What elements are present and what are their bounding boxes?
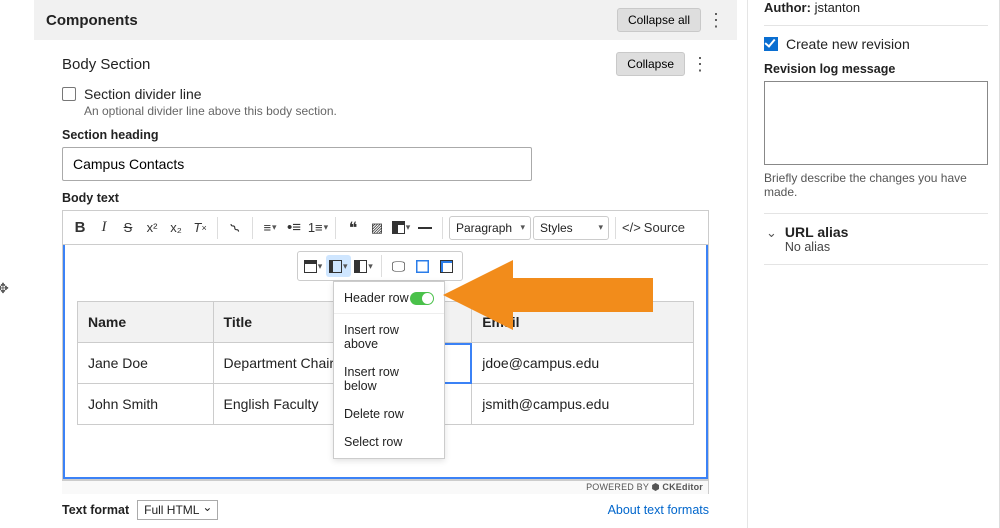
about-text-formats-link[interactable]: About text formats — [608, 503, 709, 517]
rich-text-editor: B I S x² x₂ T× ⌇ ≡▾ •≡ 1≡▾ ❝ ▨ ▾ — [62, 210, 709, 480]
cell-props-button[interactable] — [436, 255, 458, 277]
col-name: Name — [78, 302, 214, 343]
cell[interactable]: John Smith — [78, 384, 214, 425]
section-heading-input[interactable] — [62, 147, 532, 181]
components-title: Components — [46, 12, 617, 29]
url-alias-accordion[interactable]: ⌄ URL alias No alias — [764, 213, 988, 265]
merge-menu-button[interactable]: ▾ — [353, 255, 375, 277]
body-text-label: Body text — [62, 191, 709, 205]
cell[interactable]: Jane Doe — [78, 343, 214, 384]
revision-hint: Briefly describe the changes you have ma… — [764, 171, 988, 199]
header-row-label: Header row — [344, 291, 409, 305]
divider-hint: An optional divider line above this body… — [84, 104, 709, 118]
text-format-row: Text format Full HTML About text formats — [62, 500, 709, 520]
move-handle-icon[interactable]: ✥ — [0, 280, 9, 297]
source-button[interactable]: </> Source — [622, 216, 685, 240]
insert-row-below[interactable]: Insert row below — [334, 358, 444, 400]
body-section-title: Body Section — [62, 56, 616, 73]
create-revision-checkbox[interactable] — [764, 37, 778, 51]
row-menu-button[interactable]: ▾ — [326, 255, 351, 277]
create-revision-label: Create new revision — [786, 36, 910, 52]
bold-button[interactable]: B — [69, 216, 91, 240]
section-more-icon[interactable]: ⋮ — [691, 57, 709, 71]
url-alias-sub: No alias — [785, 240, 849, 254]
table-props-button[interactable] — [412, 255, 434, 277]
blockquote-button[interactable]: ❝ — [342, 216, 364, 240]
collapse-button[interactable]: Collapse — [616, 52, 685, 76]
author-label: Author: — [764, 0, 811, 15]
header-row-toggle[interactable]: Header row — [334, 284, 444, 314]
insert-row-above[interactable]: Insert row above — [334, 316, 444, 358]
components-more-icon[interactable]: ⋮ — [707, 13, 725, 27]
divider-checkbox[interactable] — [62, 87, 76, 101]
chevron-down-icon: ⌄ — [766, 225, 777, 241]
subscript-button[interactable]: x₂ — [165, 216, 187, 240]
divider-label: Section divider line — [84, 86, 202, 102]
paragraph-select[interactable]: Paragraph — [449, 216, 531, 240]
sidebar: Author: jstanton Create new revision Rev… — [748, 0, 1000, 528]
code-icon: </> — [622, 220, 641, 235]
col-email: Email — [472, 302, 694, 343]
ckeditor-brand: CKEditor — [662, 482, 703, 492]
row-dropdown: Header row Insert row above Insert row b… — [333, 281, 445, 459]
hr-button[interactable] — [414, 216, 436, 240]
collapse-all-button[interactable]: Collapse all — [617, 8, 701, 32]
delete-row[interactable]: Delete row — [334, 400, 444, 428]
revision-log-textarea[interactable] — [764, 81, 988, 165]
number-list-button[interactable]: 1≡▾ — [307, 216, 329, 240]
table-sub-toolbar: ▾ ▾ ▾ 🖵 — [297, 251, 463, 281]
superscript-button[interactable]: x² — [141, 216, 163, 240]
table-width-button[interactable]: 🖵 — [388, 255, 410, 277]
text-format-label: Text format — [62, 503, 129, 517]
align-button[interactable]: ≡▾ — [259, 216, 281, 240]
link-button[interactable]: ⌇ — [219, 211, 252, 244]
column-menu-button[interactable]: ▾ — [302, 255, 324, 277]
image-button[interactable]: ▨ — [366, 216, 388, 240]
section-heading-label: Section heading — [62, 128, 709, 142]
author-value: jstanton — [815, 0, 861, 15]
strike-button[interactable]: S — [117, 216, 139, 240]
select-row[interactable]: Select row — [334, 428, 444, 456]
cell[interactable]: jsmith@campus.edu — [472, 384, 694, 425]
source-label: Source — [644, 220, 685, 235]
editor-toolbar: B I S x² x₂ T× ⌇ ≡▾ •≡ 1≡▾ ❝ ▨ ▾ — [63, 211, 708, 245]
cell[interactable]: jdoe@campus.edu — [472, 343, 694, 384]
italic-button[interactable]: I — [93, 216, 115, 240]
clear-format-button[interactable]: T× — [189, 216, 211, 240]
styles-select[interactable]: Styles — [533, 216, 609, 240]
components-header: Components Collapse all ⋮ — [34, 0, 737, 40]
bullet-list-button[interactable]: •≡ — [283, 216, 305, 240]
author-line: Author: jstanton — [764, 0, 988, 26]
table-button[interactable]: ▾ — [390, 216, 412, 240]
editor-footer: POWERED BY ⬢ CKEditor — [62, 480, 709, 494]
powered-by-label: POWERED BY — [586, 482, 649, 492]
text-format-select[interactable]: Full HTML — [137, 500, 218, 520]
url-alias-title: URL alias — [785, 224, 849, 240]
toggle-on-icon — [410, 292, 434, 305]
editor-canvas[interactable]: ▾ ▾ ▾ 🖵 Header row Insert row abov — [63, 245, 708, 479]
revision-log-label: Revision log message — [764, 62, 988, 76]
